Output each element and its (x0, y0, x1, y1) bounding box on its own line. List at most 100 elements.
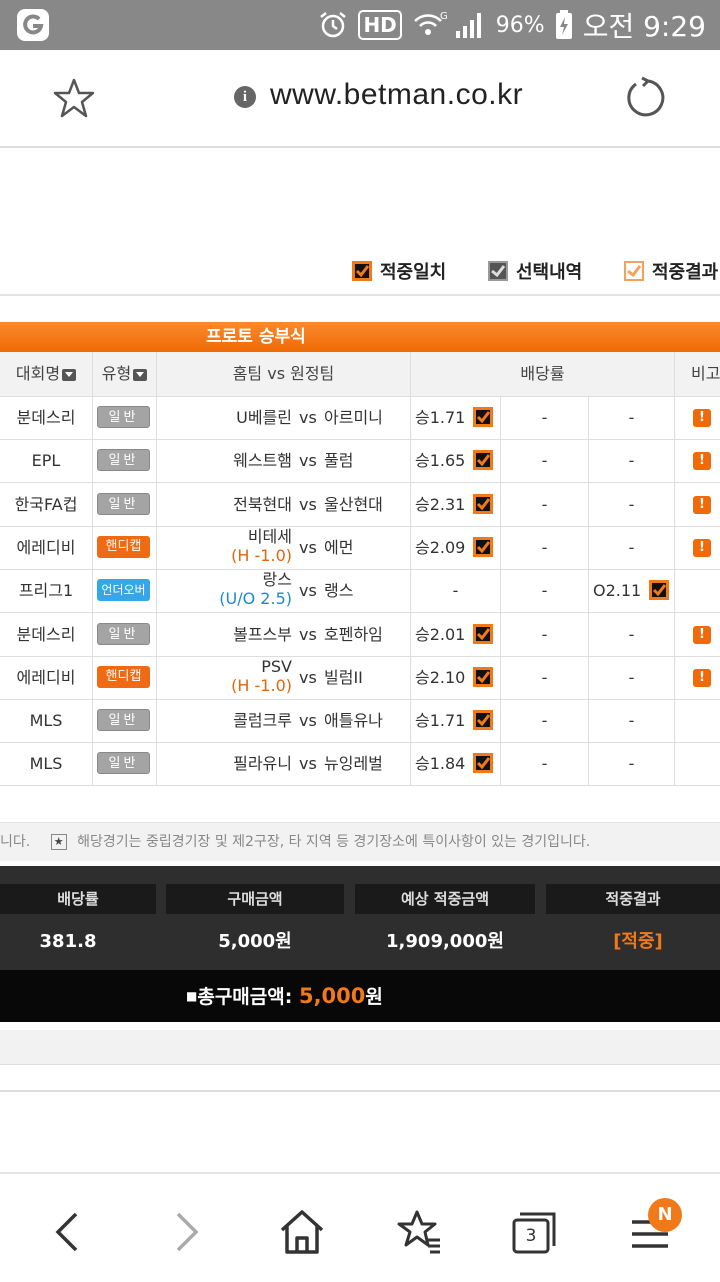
bookmarks-button[interactable] (390, 1202, 450, 1262)
odds-win-cell[interactable]: 승2.31 (411, 482, 501, 526)
match-cell: 비테세 (H -1.0) vs 에먼 (157, 525, 411, 569)
reload-icon[interactable] (622, 76, 666, 120)
type-badge: 일반 (97, 492, 150, 515)
site-info-icon[interactable]: i (234, 86, 256, 108)
odds-draw-cell[interactable]: - (501, 482, 589, 526)
home-team-name: 전북현대 (233, 494, 292, 514)
checkbox-checked-icon (473, 450, 493, 471)
total-bullet: ■ (186, 989, 198, 1003)
handicap-label: (H -1.0) (231, 675, 292, 695)
home-team: 비테세 (H -1.0) (231, 527, 292, 565)
checkbox-checked-icon (473, 407, 493, 427)
vs-label: vs (299, 624, 317, 644)
hd-icon: HD (358, 10, 402, 40)
home-team: U베를린 (236, 396, 292, 439)
league-cell: MLS (0, 742, 93, 786)
odds-lose-cell[interactable]: - (589, 525, 675, 569)
odds-win-cell[interactable]: 승1.71 (411, 396, 501, 439)
table-header: 대회명 유형 홈팀 vs 원정팀 배당률 비고 (0, 352, 720, 397)
type-badge: 일반 (97, 752, 150, 775)
note-cell: ! (675, 439, 720, 482)
bookmark-list-icon (397, 1210, 440, 1254)
odds-draw-cell[interactable]: - (501, 525, 589, 569)
odds-draw-cell[interactable]: - (501, 396, 589, 439)
odds-draw-cell[interactable]: - (501, 699, 589, 743)
tab-count: 3 (525, 1226, 537, 1246)
odds-draw-cell[interactable]: - (501, 742, 589, 786)
summary-purchase-value: 5,000원 (218, 931, 292, 952)
warning-icon[interactable]: ! (693, 625, 711, 644)
vs-label: vs (299, 581, 317, 601)
url-text[interactable]: www.betman.co.kr (270, 78, 523, 112)
back-button[interactable] (40, 1202, 100, 1262)
odds-lose-cell[interactable]: - (589, 742, 675, 786)
tabs-button[interactable]: 3 (504, 1202, 564, 1262)
checkbox-checked-icon (473, 753, 493, 774)
odds-value: 승1.65 (415, 451, 466, 471)
home-team: 랑스 (U/O 2.5) (219, 570, 292, 608)
checkbox-checked-icon (473, 536, 493, 557)
odds-lose-cell[interactable]: - (589, 439, 675, 483)
warning-icon[interactable]: ! (693, 452, 711, 471)
odds-empty: - (628, 408, 635, 427)
summary-result-value: [적중] (613, 931, 663, 952)
summary-odds-label: 배당률 (0, 884, 156, 914)
warning-icon[interactable]: ! (693, 495, 711, 514)
odds-win-cell[interactable]: 승1.84 (411, 742, 501, 786)
league-cell: 한국FA컵 (0, 482, 93, 526)
warning-icon[interactable]: ! (693, 538, 711, 557)
odds-win-cell[interactable]: 승2.09 (411, 525, 501, 569)
away-team-name: 애틀유나 (324, 711, 383, 731)
legend-selected-label: 선택내역 (516, 262, 583, 283)
away-team-name: 에먼 (324, 537, 354, 557)
table-row: MLS 일반 콜럼크루 vs 애틀유나 승1.71 - - (0, 699, 720, 744)
table-row: EPL 일반 웨스트햄 vs 풀럼 승1.65 - -! (0, 439, 720, 484)
odds-draw-cell[interactable]: - (501, 439, 589, 483)
odds-win-cell[interactable]: 승1.65 (411, 439, 501, 483)
total-purchase-bar: ■총구매금액: 5,000원 (0, 970, 720, 1022)
note-cell (675, 569, 720, 612)
odds-draw-cell[interactable]: - (501, 612, 589, 656)
warning-icon[interactable]: ! (693, 409, 711, 427)
odds-lose-cell[interactable]: - (589, 396, 675, 439)
header-odds-label: 배당률 (520, 364, 565, 383)
note-cell (675, 699, 720, 742)
odds-draw-cell[interactable]: - (501, 569, 589, 613)
odds-win-cell[interactable]: - (411, 569, 501, 613)
home-team: 필라유니 (233, 742, 292, 785)
bookmark-star-icon[interactable] (52, 76, 96, 120)
checkbox-checked-icon (473, 666, 493, 687)
odds-lose-cell[interactable]: - (589, 699, 675, 743)
type-badge: 언더오버 (97, 579, 150, 602)
odds-win-cell[interactable]: 승2.01 (411, 612, 501, 656)
header-league[interactable]: 대회명 (0, 352, 93, 396)
legend-selected: 선택내역 (488, 258, 582, 284)
header-type[interactable]: 유형 (93, 352, 157, 396)
odds-lose-cell[interactable]: - (589, 655, 675, 699)
type-cell: 일반 (93, 699, 157, 743)
type-cell: 일반 (93, 439, 157, 483)
match-cell: 웨스트햄 vs 풀럼 (157, 439, 411, 483)
odds-win-cell[interactable]: 승1.71 (411, 699, 501, 743)
browser-bottom-bar: 3 (0, 1172, 720, 1282)
odds-lose-cell[interactable]: - (589, 612, 675, 656)
type-badge: 일반 (97, 449, 150, 472)
odds-lose-cell[interactable]: - (589, 482, 675, 526)
home-button[interactable] (272, 1202, 332, 1262)
warning-icon[interactable]: ! (693, 668, 711, 687)
odds-draw-cell[interactable]: - (501, 655, 589, 699)
legend-match-label: 적중일치 (380, 262, 447, 283)
odds-win-cell[interactable]: 승2.10 (411, 655, 501, 699)
clock: 오전 9:29 (582, 10, 706, 43)
odds-lose-cell[interactable]: O2.11 (589, 569, 675, 613)
checkbox-checked-icon (473, 493, 493, 514)
total-amount: 5,000 (298, 984, 366, 1008)
forward-button[interactable] (156, 1202, 216, 1262)
match-cell: U베를린 vs 아르미니 (157, 396, 411, 439)
note-cell: ! (675, 613, 720, 656)
handicap-label: (U/O 2.5) (219, 589, 292, 609)
odds-value: 승1.84 (415, 754, 466, 774)
odds-empty: - (628, 667, 635, 687)
checkbox-outline-icon (624, 261, 644, 281)
home-team: 전북현대 (233, 483, 292, 526)
